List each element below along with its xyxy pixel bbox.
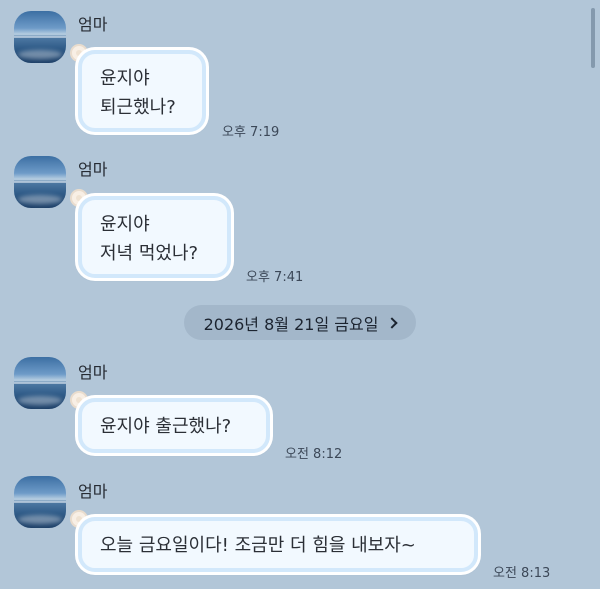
avatar-foam [18, 515, 62, 524]
sender-avatar[interactable] [14, 156, 66, 208]
sender-name: 엄마 [78, 15, 108, 34]
message-bubble[interactable]: 오늘 금요일이다! 조금만 더 힘을 내보자~ [78, 517, 478, 572]
message-bubble[interactable]: 윤지야 출근했나? [78, 398, 270, 453]
avatar-foam [18, 195, 62, 204]
message-time: 오후 7:19 [222, 125, 280, 140]
avatar-foam [18, 50, 62, 59]
avatar-horizon [14, 501, 66, 503]
message-text-line: 윤지야 [100, 214, 150, 235]
message-bubble[interactable]: 윤지야 저녁 먹었나? [78, 196, 231, 278]
sender-name: 엄마 [78, 482, 108, 501]
message-bubble[interactable]: 윤지야 퇴근했나? [78, 50, 206, 132]
avatar-foam [18, 396, 62, 405]
message-time: 오전 8:12 [285, 447, 343, 462]
chat-scrollbar[interactable] [591, 8, 595, 68]
sender-avatar[interactable] [14, 357, 66, 409]
message-text-line: 퇴근했나? [100, 97, 176, 118]
sender-name: 엄마 [78, 160, 108, 179]
message-text-line: 윤지야 출근했나? [100, 416, 232, 437]
chevron-right-icon [386, 317, 399, 329]
avatar-horizon [14, 181, 66, 183]
sender-avatar[interactable] [14, 476, 66, 528]
message-time: 오전 8:13 [493, 566, 551, 581]
avatar-horizon [14, 36, 66, 38]
avatar-horizon [14, 382, 66, 384]
message-text-line: 윤지야 [100, 68, 150, 89]
sender-avatar[interactable] [14, 11, 66, 63]
message-text-line: 오늘 금요일이다! 조금만 더 힘을 내보자~ [100, 535, 416, 556]
message-text-line: 저녁 먹었나? [100, 243, 199, 264]
date-divider[interactable]: 2026년 8월 21일 금요일 [184, 305, 416, 340]
date-divider-label: 2026년 8월 21일 금요일 [203, 314, 379, 334]
message-time: 오후 7:41 [246, 270, 304, 285]
sender-name: 엄마 [78, 363, 108, 382]
